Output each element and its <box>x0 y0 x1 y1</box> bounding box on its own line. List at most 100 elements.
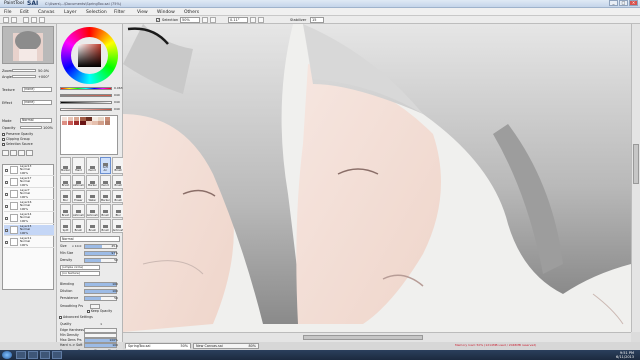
clipping-group-checkbox[interactable]: Clipping Group <box>2 137 30 141</box>
tool-button[interactable]: Brush <box>60 174 71 189</box>
texture-select[interactable]: (none) <box>22 87 52 92</box>
tool-button[interactable]: Airbrush <box>71 204 85 219</box>
color-swatch[interactable] <box>110 121 117 125</box>
color-swatch[interactable] <box>86 125 92 130</box>
tool-button[interactable]: Split <box>60 219 71 233</box>
color-swatch[interactable] <box>79 125 86 130</box>
color-swatch[interactable] <box>98 125 105 130</box>
color-swatch[interactable] <box>86 121 92 125</box>
color-swatch[interactable] <box>104 116 111 121</box>
layer-item[interactable]: Layer7 Normal 100% <box>4 189 54 200</box>
color-swatch[interactable] <box>79 116 86 121</box>
angle-field[interactable]: 0.11° <box>228 17 248 23</box>
tool-button[interactable]: Pencil <box>85 157 99 174</box>
tool-button[interactable]: Marker <box>60 157 71 174</box>
tool-button[interactable]: Pencil <box>99 174 111 189</box>
layer-item-selected[interactable]: Layer15 Normal 100% <box>4 225 54 236</box>
blend-mode-select[interactable]: Normal <box>20 118 52 123</box>
delete-layer-icon[interactable] <box>26 150 33 156</box>
tool-button[interactable]: Marker <box>85 174 99 189</box>
layer-item[interactable]: Layer14 Normal 100% <box>4 213 54 224</box>
tool-button[interactable]: Water <box>85 189 99 204</box>
color-swatch[interactable] <box>73 125 80 130</box>
color-swatch[interactable] <box>61 121 68 125</box>
quality-value[interactable]: 1 <box>100 322 102 326</box>
tool-button[interactable]: Brush <box>85 219 99 233</box>
size-multiplier[interactable]: x 10.0 <box>72 244 81 248</box>
system-clock[interactable]: 9:51 PM 6/11/2013 <box>616 351 634 359</box>
menu-file[interactable]: File <box>4 10 12 15</box>
layer-item[interactable]: Layer11 Normal 100% <box>4 237 54 248</box>
tab-springtoo[interactable]: SpringToo.sai 50% <box>125 343 191 349</box>
color-swatch[interactable] <box>98 116 105 121</box>
angle-slider[interactable] <box>12 75 36 78</box>
deselect-icon[interactable] <box>23 17 29 23</box>
color-swatch[interactable] <box>104 125 111 130</box>
tool-button[interactable]: Airbrush <box>85 204 99 219</box>
visibility-icon[interactable] <box>5 240 8 244</box>
undo-icon[interactable] <box>3 17 9 23</box>
menu-view[interactable]: View <box>137 10 148 15</box>
tab-new-canvas[interactable]: New Canvas.sai 80% <box>193 343 259 349</box>
color-swatch[interactable] <box>61 125 68 130</box>
advanced-settings-toggle[interactable]: Advanced Settings <box>59 315 93 319</box>
brush-shape-select[interactable]: (simple circle) <box>60 265 100 270</box>
tool-button[interactable]: Blur <box>60 189 71 204</box>
canvas[interactable] <box>123 24 631 332</box>
color-swatch[interactable] <box>104 121 111 125</box>
visibility-icon[interactable] <box>5 192 8 196</box>
rotate-left-icon[interactable] <box>250 17 256 23</box>
navigator-preview[interactable] <box>2 26 54 64</box>
visibility-icon[interactable] <box>5 168 8 172</box>
menu-canvas[interactable]: Canvas <box>38 10 55 15</box>
menu-filter[interactable]: Filter <box>114 10 125 15</box>
color-swatch[interactable] <box>67 116 74 121</box>
selection-checkbox[interactable]: ✓ <box>156 18 160 22</box>
tool-button[interactable]: Brush <box>99 204 111 219</box>
new-folder-icon[interactable] <box>18 150 25 156</box>
effect-select[interactable]: (none) <box>22 100 52 105</box>
color-swatch[interactable] <box>110 125 117 130</box>
tool-button[interactable]: Brush <box>60 204 71 219</box>
menu-others[interactable]: Others <box>184 10 199 15</box>
zoom-out-icon[interactable] <box>210 17 216 23</box>
visibility-icon[interactable] <box>5 228 8 232</box>
visibility-icon[interactable] <box>5 180 8 184</box>
layer-item[interactable]: Layer16 Normal 100% <box>4 201 54 212</box>
color-swatch[interactable] <box>92 116 98 121</box>
new-layer-icon[interactable] <box>2 150 9 156</box>
hue-slider[interactable] <box>60 87 112 90</box>
zoom-slider[interactable] <box>12 69 36 72</box>
value-slider[interactable] <box>60 101 112 104</box>
selection-source-checkbox[interactable]: Selection Source <box>2 142 33 146</box>
menu-selection[interactable]: Selection <box>86 10 107 15</box>
taskbar-app-icon[interactable] <box>40 351 50 359</box>
taskbar-app-icon[interactable] <box>52 351 62 359</box>
taskbar-app-icon[interactable] <box>16 351 26 359</box>
menu-edit[interactable]: Edit <box>20 10 29 15</box>
color-swatch[interactable] <box>73 116 80 121</box>
tool-button[interactable]: Brush <box>71 219 85 233</box>
close-button[interactable]: × <box>629 0 638 6</box>
color-swatch[interactable] <box>73 121 80 125</box>
taskbar-app-icon[interactable] <box>28 351 38 359</box>
tool-button[interactable]: Brush <box>99 219 111 233</box>
color-wheel[interactable] <box>61 27 118 84</box>
density-slider[interactable] <box>84 257 117 263</box>
color-swatch[interactable] <box>67 121 74 125</box>
brush-mode-select[interactable]: Normal <box>60 236 120 242</box>
tool-button[interactable]: Soft Air <box>99 157 111 174</box>
tool-button[interactable]: Airbrush <box>71 174 85 189</box>
new-linework-icon[interactable] <box>10 150 17 156</box>
saturation-slider[interactable] <box>60 94 112 97</box>
horizontal-scrollbar[interactable] <box>123 332 631 342</box>
vertical-scrollbar[interactable] <box>631 24 640 332</box>
visibility-icon[interactable] <box>5 204 8 208</box>
brush-texture-select[interactable]: (no texture) <box>60 271 100 276</box>
color-swatch[interactable] <box>92 125 98 130</box>
color-swatch[interactable] <box>110 116 117 121</box>
invert-selection-icon[interactable] <box>31 17 37 23</box>
intermediate-color-slider[interactable] <box>60 108 112 111</box>
color-swatch[interactable] <box>61 116 68 121</box>
rotate-right-icon[interactable] <box>258 17 264 23</box>
